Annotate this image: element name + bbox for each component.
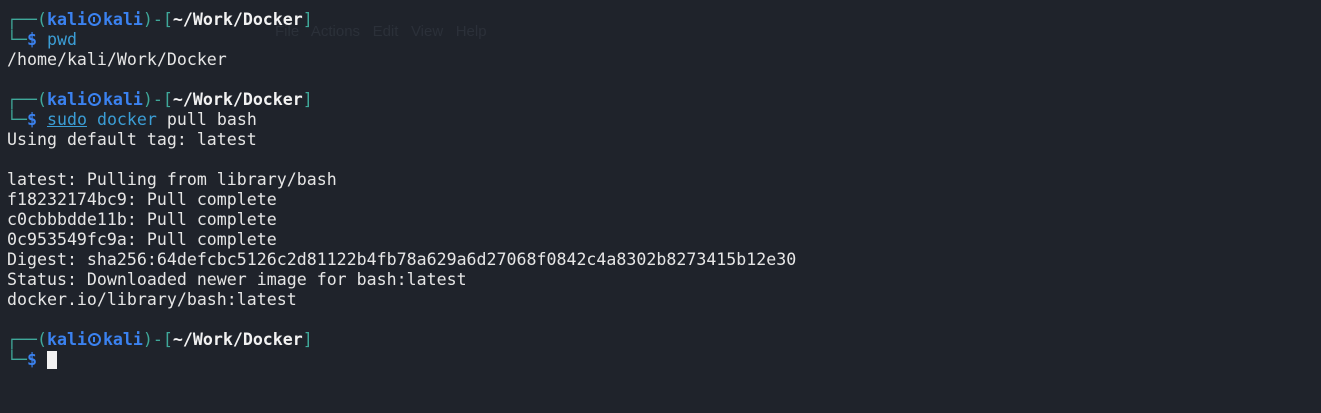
prompt-host: kali (102, 10, 143, 29)
prompt-header: ┌──(kali kali)-[~/Work/Docker] (7, 330, 796, 350)
command-line: └─$ pwd (7, 30, 796, 50)
prompt-path: ~/Work/Docker (172, 90, 303, 109)
command-text: pwd (46, 30, 77, 49)
output-line: Using default tag: latest (7, 130, 257, 149)
command-sudo: sudo (46, 110, 87, 129)
prompt-path: ~/Work/Docker (172, 330, 303, 349)
output-line: f18232174bc9: Pull complete (7, 190, 277, 209)
prompt-box: ┌──( (7, 330, 47, 349)
output-line: latest: Pulling from library/bash (7, 170, 337, 189)
kali-circle-icon (87, 93, 101, 106)
prompt-user: kali (46, 10, 87, 29)
output-line: docker.io/library/bash:latest (7, 290, 297, 309)
output-line: 0c953549fc9a: Pull complete (7, 230, 277, 249)
prompt-box: ] (302, 10, 313, 29)
text-cursor (46, 351, 57, 369)
output-line: Digest: sha256:64defcbc5126c2d81122b4fb7… (7, 250, 797, 269)
kali-circle-icon (87, 13, 101, 26)
prompt-host: kali (102, 90, 143, 109)
prompt-box: └─ (7, 110, 27, 129)
prompt-symbol: $ (26, 30, 37, 49)
prompt-user: kali (46, 330, 87, 349)
command-line-active[interactable]: └─$ (7, 350, 796, 370)
prompt-box: )-[ (142, 90, 173, 109)
output-line: Status: Downloaded newer image for bash:… (7, 270, 467, 289)
prompt-box: ] (302, 90, 313, 109)
prompt-box: └─ (7, 30, 27, 49)
prompt-header: ┌──(kali kali)-[~/Work/Docker] (7, 10, 796, 30)
command-line: └─$ sudo docker pull bash (7, 110, 796, 130)
command-args: pull bash (166, 110, 257, 129)
prompt-header: ┌──(kali kali)-[~/Work/Docker] (7, 90, 796, 110)
prompt-box: ┌──( (7, 90, 47, 109)
terminal-output[interactable]: ┌──(kali kali)-[~/Work/Docker] └─$ pwd /h… (7, 10, 796, 370)
prompt-host: kali (102, 330, 143, 349)
prompt-box: )-[ (142, 330, 173, 349)
prompt-box: ] (302, 330, 313, 349)
output-line: /home/kali/Work/Docker (7, 50, 227, 69)
prompt-user: kali (46, 90, 87, 109)
kali-circle-icon (87, 333, 101, 346)
prompt-box: )-[ (142, 10, 173, 29)
prompt-path: ~/Work/Docker (172, 10, 303, 29)
prompt-symbol: $ (26, 350, 37, 369)
prompt-symbol: $ (26, 110, 37, 129)
prompt-box: └─ (7, 350, 27, 369)
prompt-box: ┌──( (7, 10, 47, 29)
output-line: c0cbbbdde11b: Pull complete (7, 210, 277, 229)
command-docker: docker (96, 110, 157, 129)
